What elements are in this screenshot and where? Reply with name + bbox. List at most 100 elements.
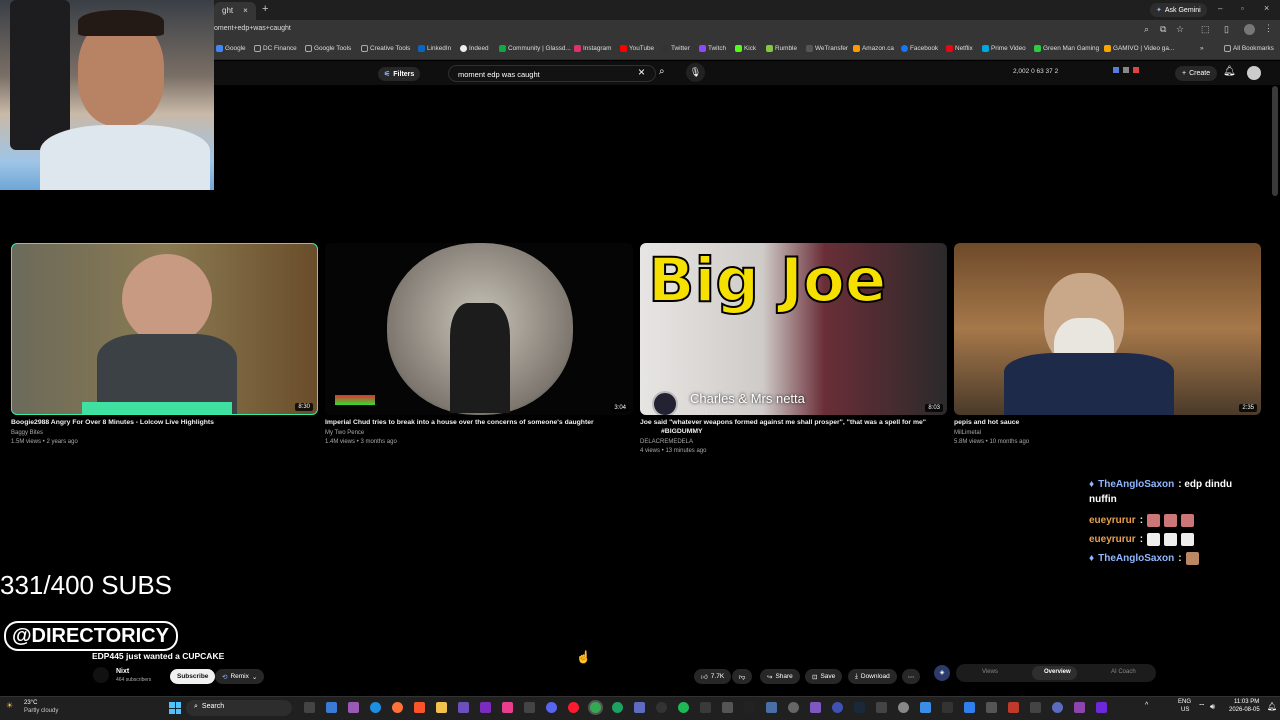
download-button[interactable]: ⤓ Download [848,669,897,684]
taskbar-search[interactable]: ⌕ Search [186,700,292,716]
bookmark-gamivo[interactable]: GAMIVO | Video ga... [1104,45,1174,52]
app-icon[interactable] [1030,702,1041,713]
app-icon[interactable] [458,702,469,713]
maximize-icon[interactable]: ▫ [1241,4,1244,13]
minimize-icon[interactable]: – [1218,4,1222,13]
zoom-icon[interactable]: ⌕ [1144,24,1149,35]
video-thumbnail-4[interactable]: 2:35 [954,243,1261,415]
chrome-icon[interactable] [590,702,601,713]
mic-icon[interactable]: 🎙 [686,63,705,82]
more-actions-icon[interactable]: ⋯ [902,669,920,684]
opera-icon[interactable] [568,702,579,713]
video-channel-3[interactable]: DELACREMEDELA [640,439,693,445]
star-icon[interactable]: ☆ [1176,24,1184,35]
like-button[interactable]: 👍︎ 7.7K [694,669,732,684]
app-icon[interactable] [766,702,777,713]
region-indicator[interactable]: US [1181,707,1189,713]
notification-icon[interactable]: 🔔︎ [1267,702,1277,711]
app-icon[interactable] [480,702,491,713]
bookmark-google[interactable]: Google [216,45,246,52]
video-title-4[interactable]: pepis and hot sauce [954,419,1019,426]
app-icon[interactable] [986,702,997,713]
bookmark-prime-video[interactable]: Prime Video [982,45,1026,52]
tab-overview[interactable]: Overview [1044,669,1071,675]
create-button[interactable]: + Create [1175,66,1218,81]
close-window-icon[interactable]: × [1264,3,1269,13]
discord-icon[interactable] [546,702,557,713]
bookmark-twitch[interactable]: Twitch [699,45,726,52]
tray-chevron-icon[interactable]: ^ [1145,702,1148,709]
app-icon[interactable] [1008,702,1019,713]
bookmark-wetransfer[interactable]: WeTransfer [806,45,848,52]
analytics-extension-icon[interactable]: ◈ [934,665,950,681]
clear-search-icon[interactable]: × [638,65,645,79]
video-thumbnail-1[interactable]: 8:30 [11,243,318,415]
bookmark-google-tools[interactable]: Google Tools [305,45,351,52]
app-icon[interactable] [810,702,821,713]
edge-icon[interactable] [370,702,381,713]
app-icon[interactable] [722,702,733,713]
volume-icon[interactable]: 🔊︎ [1210,702,1215,712]
url-field[interactable]: oment+edp+was+caught [214,25,291,32]
all-bookmarks[interactable]: All Bookmarks [1224,45,1274,52]
language-indicator[interactable]: ENG [1178,699,1191,705]
notifications-bell-icon[interactable]: 🔔︎ [1223,66,1236,77]
extensions-icon[interactable]: ⬚ [1201,24,1210,35]
video-channel-1[interactable]: Baggy Bites [11,430,43,436]
clock-time[interactable]: 11:03 PM [1234,699,1259,705]
video-title-3-line2[interactable]: #BIGDUMMY [661,428,703,435]
browser-tab[interactable]: ght × [214,2,256,20]
bookmark-facebook[interactable]: Facebook [901,45,938,52]
share-button[interactable]: ↪ Share [760,669,800,684]
more-bookmarks-icon[interactable]: » [1200,45,1204,52]
video-title-2[interactable]: Imperial Chud tries to break into a hous… [325,419,594,426]
windows-start-icon[interactable] [169,702,181,714]
page-scrollbar[interactable] [1272,86,1278,196]
menu-icon[interactable]: ⋮ [1264,23,1273,34]
app-icon[interactable] [348,702,359,713]
close-tab-icon[interactable]: × [243,6,248,15]
widgets-icon[interactable] [326,702,337,713]
cast-icon[interactable]: ⧉ [1160,24,1166,35]
spotify-icon[interactable] [678,702,689,713]
ext-icon[interactable] [1133,67,1139,73]
weather-temp[interactable]: 23°C [24,700,37,706]
bookmark-glassdoor[interactable]: Community | Glassd... [499,45,571,52]
profile-avatar[interactable] [1244,24,1255,35]
app-icon[interactable] [744,702,755,713]
app-icon[interactable] [832,702,843,713]
sidepanel-icon[interactable]: ▯ [1224,24,1229,35]
bookmark-twitter[interactable]: Twitter [662,45,690,52]
app-icon[interactable] [898,702,909,713]
app-icon[interactable] [1052,702,1063,713]
video-title-1[interactable]: Boogie2988 Angry For Over 8 Minutes - Lo… [11,419,214,426]
ext-icon[interactable] [1113,67,1119,73]
video-channel-4[interactable]: MilLimetal [954,430,981,436]
video-thumbnail-3[interactable]: Big Joe Charles & Mrs netta Today 8:03 [640,243,947,415]
bookmark-green-man-gaming[interactable]: Green Man Gaming [1034,45,1099,52]
search-input[interactable]: moment edp was caught [448,65,656,82]
bookmark-indeed[interactable]: Indeed [460,45,489,52]
bookmark-netflix[interactable]: Netflix [946,45,973,52]
app-icon[interactable] [700,702,711,713]
app-icon[interactable] [942,702,953,713]
extension-icons[interactable] [1113,67,1157,77]
weather-desc[interactable]: Partly cloudy [24,708,58,714]
dislike-button[interactable]: 👎︎ [732,669,752,684]
brave-icon[interactable] [414,702,425,713]
channel-avatar[interactable] [93,667,109,683]
tab-ai-coach[interactable]: AI Coach [1111,669,1136,675]
filters-button[interactable]: ⚟ Filters [378,67,421,81]
search-icon[interactable]: ⌕ [659,66,665,77]
app-icon[interactable] [634,702,645,713]
app-icon[interactable] [1074,702,1085,713]
ask-gemini-button[interactable]: ✦ Ask Gemini [1150,3,1207,17]
subscribe-button[interactable]: Subscribe [170,669,216,684]
video-title-3[interactable]: Joe said "whatever weapons formed agains… [640,419,926,426]
bookmark-youtube[interactable]: YouTube [620,45,654,52]
video-channel-2[interactable]: My Two Pence [325,430,364,436]
bookmark-instagram[interactable]: Instagram [574,45,611,52]
video-thumbnail-2[interactable]: 3:04 [325,243,633,415]
clock-date[interactable]: 2026-08-05 [1229,707,1260,713]
save-button[interactable]: ⊡ Save [805,669,843,684]
